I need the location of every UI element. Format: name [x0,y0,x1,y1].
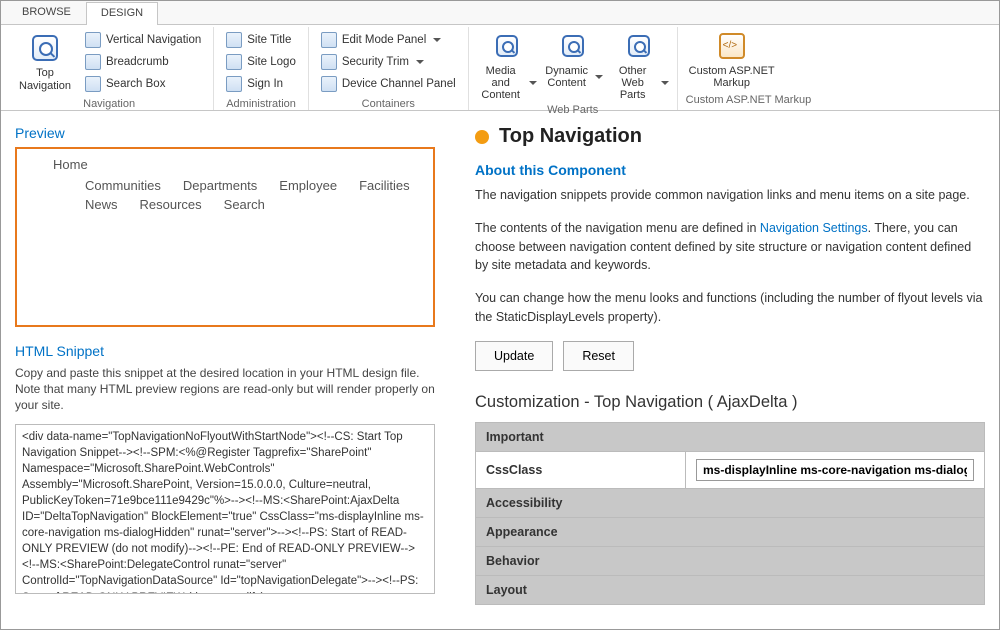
site-title-button[interactable]: Site Title [222,29,300,51]
sign-in-button[interactable]: Sign In [222,73,300,95]
preview-link[interactable]: News [85,197,118,212]
preview-link[interactable]: Facilities [359,178,410,193]
ribbon-group-title-navigation: Navigation [13,95,205,114]
magnifier-icon [628,35,650,57]
site-logo-label: Site Logo [247,56,296,68]
ribbon-group-administration: Site Title Site Logo Sign In Administrat… [214,27,309,110]
ribbon-group-title-containers: Containers [317,95,460,114]
ribbon-tabs: BROWSE DESIGN [1,1,999,25]
breadcrumb-label: Breadcrumb [106,56,169,68]
html-snippet-textarea[interactable] [15,424,435,594]
preview-heading: Preview [15,125,435,141]
media-content-label: Media and Content [477,65,525,101]
site-logo-button[interactable]: Site Logo [222,51,300,73]
ribbon-group-webparts: Media and Content Dynamic Content Other … [469,27,678,110]
square-icon [85,54,101,70]
search-box-button[interactable]: Search Box [81,73,205,95]
vertical-navigation-label: Vertical Navigation [106,34,201,46]
bullet-icon [475,130,489,144]
square-icon [85,76,101,92]
html-snippet-heading: HTML Snippet [15,343,435,359]
markup-icon [719,33,745,59]
magnifier-icon [496,35,518,57]
about-text: The contents of the navigation menu are … [475,221,760,235]
vertical-navigation-button[interactable]: Vertical Navigation [81,29,205,51]
reset-button[interactable]: Reset [563,341,634,371]
ribbon-group-title-aspnet: Custom ASP.NET Markup [686,91,812,110]
ribbon: Top Navigation Vertical Navigation Bread… [1,25,999,111]
dynamic-content-button[interactable]: Dynamic Content [543,29,603,89]
html-snippet-description: Copy and paste this snippet at the desir… [15,365,435,414]
magnifier-icon [562,35,584,57]
about-paragraph: The contents of the navigation menu are … [475,219,985,275]
top-navigation-label: Top Navigation [13,67,77,92]
preview-box: Home Communities Departments Employee Fa… [15,147,435,327]
search-box-label: Search Box [106,78,165,90]
property-group-layout[interactable]: Layout [476,575,985,604]
security-trim-button[interactable]: Security Trim [317,51,460,73]
other-web-parts-label: Other Web Parts [609,65,657,101]
preview-link[interactable]: Search [224,197,265,212]
property-name-cssclass: CssClass [476,451,686,488]
property-table: Important CssClass Accessibility Appeara… [475,422,985,606]
device-channel-panel-button[interactable]: Device Channel Panel [317,73,460,95]
navigation-settings-link[interactable]: Navigation Settings [760,221,868,235]
preview-link[interactable]: Communities [85,178,161,193]
chevron-down-icon [661,81,669,85]
sign-in-label: Sign In [247,78,283,90]
property-group-important[interactable]: Important [476,422,985,451]
dynamic-content-label: Dynamic Content [543,65,591,89]
chevron-down-icon [416,60,424,64]
chevron-down-icon [433,38,441,42]
edit-mode-panel-label: Edit Mode Panel [342,34,426,46]
other-web-parts-button[interactable]: Other Web Parts [609,29,669,101]
cssclass-input[interactable] [696,459,974,481]
ribbon-group-containers: Edit Mode Panel Security Trim Device Cha… [309,27,469,110]
customization-heading: Customization - Top Navigation ( AjaxDel… [475,393,985,412]
breadcrumb-button[interactable]: Breadcrumb [81,51,205,73]
magnifier-icon [32,35,58,61]
property-group-appearance[interactable]: Appearance [476,517,985,546]
ribbon-group-title-webparts: Web Parts [477,101,669,120]
square-icon [321,54,337,70]
property-group-behavior[interactable]: Behavior [476,546,985,575]
square-icon [85,32,101,48]
tab-design[interactable]: DESIGN [86,2,158,25]
square-icon [321,32,337,48]
about-component-heading: About this Component [475,162,985,178]
ribbon-group-aspnet: Custom ASP.NET Markup Custom ASP.NET Mar… [678,27,820,110]
device-channel-panel-label: Device Channel Panel [342,78,456,90]
tab-browse[interactable]: BROWSE [7,1,86,24]
property-group-accessibility[interactable]: Accessibility [476,488,985,517]
preview-link[interactable]: Departments [183,178,257,193]
square-icon [226,32,242,48]
edit-mode-panel-button[interactable]: Edit Mode Panel [317,29,460,51]
ribbon-group-title-admin: Administration [222,95,300,114]
square-icon [321,76,337,92]
component-title-text: Top Navigation [499,125,642,148]
custom-aspnet-markup-button[interactable]: Custom ASP.NET Markup [686,29,778,89]
top-navigation-button[interactable]: Top Navigation [13,29,77,94]
security-trim-label: Security Trim [342,56,409,68]
square-icon [226,76,242,92]
about-paragraph: The navigation snippets provide common n… [475,186,985,205]
custom-aspnet-markup-label: Custom ASP.NET Markup [686,65,778,89]
square-icon [226,54,242,70]
site-title-label: Site Title [247,34,291,46]
preview-link[interactable]: Resources [140,197,202,212]
ribbon-group-navigation: Top Navigation Vertical Navigation Bread… [5,27,214,110]
chevron-down-icon [529,81,537,85]
preview-home-link[interactable]: Home [35,157,415,172]
update-button[interactable]: Update [475,341,553,371]
about-paragraph: You can change how the menu looks and fu… [475,289,985,327]
property-group-misc[interactable]: Misc [476,604,985,605]
preview-link[interactable]: Employee [279,178,337,193]
media-content-button[interactable]: Media and Content [477,29,537,101]
chevron-down-icon [595,75,603,79]
component-title: Top Navigation [475,125,985,148]
